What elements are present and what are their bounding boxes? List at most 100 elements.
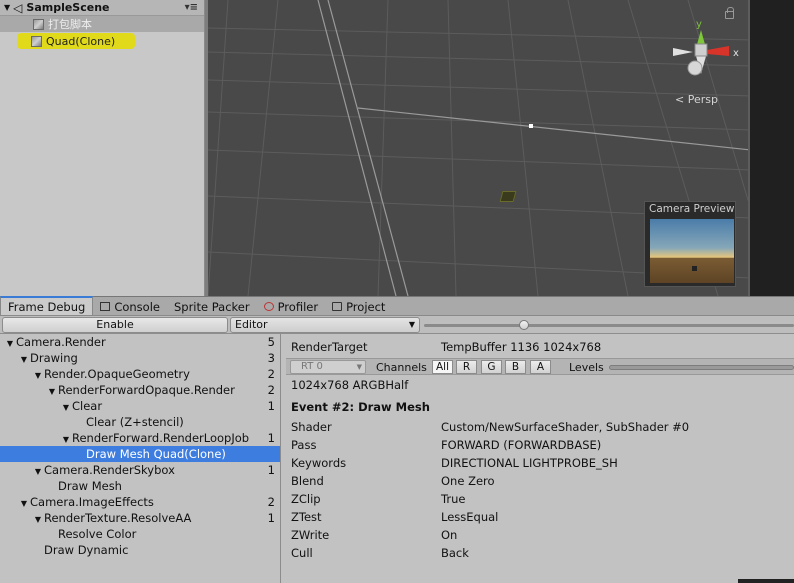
gizmo-neg-x-icon: [673, 48, 693, 56]
property-row: Cull Back: [291, 545, 469, 561]
orientation-gizmo[interactable]: y x: [663, 16, 743, 86]
property-key: ZTest: [291, 510, 322, 524]
channel-a-button[interactable]: A: [530, 360, 551, 374]
tree-row[interactable]: Resolve Color: [0, 526, 280, 542]
scene-pivot-point: [529, 124, 533, 128]
svg-text:x: x: [733, 48, 739, 59]
tree-row-label: Draw Mesh Quad(Clone): [86, 447, 226, 461]
quad-object[interactable]: [499, 191, 517, 202]
tree-row-count: 2: [267, 383, 275, 397]
property-row: Blend One Zero: [291, 473, 495, 489]
projection-label[interactable]: < Persp: [675, 93, 718, 106]
tree-row[interactable]: ▼ Camera.RenderSkybox 1: [0, 462, 280, 478]
event-slider-thumb[interactable]: [518, 320, 529, 330]
dropdown-arrow-icon: ▼: [408, 320, 415, 329]
event-slider[interactable]: [424, 320, 794, 330]
tree-row-label: Render.OpaqueGeometry: [44, 367, 190, 381]
hierarchy-item-label: 打包脚本: [48, 18, 92, 31]
channel-r-button[interactable]: R: [456, 360, 477, 374]
tree-row-label: Drawing: [30, 351, 78, 365]
event-details: RenderTarget TempBuffer 1136 1024x768 RT…: [282, 334, 794, 583]
property-value: On: [441, 528, 458, 542]
expand-arrow-icon[interactable]: ▼: [4, 3, 10, 12]
event-tree: ▼ Camera.Render 5 ▼ Drawing 3 ▼ Render.OpaqueGe…: [0, 334, 281, 583]
scene-view[interactable]: y x < Persp Camera Preview: [205, 0, 748, 296]
tree-row[interactable]: ▼ Render.OpaqueGeometry 2: [0, 366, 280, 382]
property-key: Shader: [291, 420, 332, 434]
tab-profiler[interactable]: Profiler: [257, 298, 326, 315]
hierarchy-panel: ▼ ◁ SampleScene ▾≡ 打包脚本 Quad(Clone): [0, 0, 205, 296]
tree-row[interactable]: ▼ Camera.ImageEffects 2: [0, 494, 280, 510]
property-row: ZTest LessEqual: [291, 509, 498, 525]
property-row: Shader Custom/NewSurfaceShader, SubShader…: [291, 419, 689, 435]
property-value: DIRECTIONAL LIGHTPROBE_SH: [441, 456, 618, 470]
tree-row[interactable]: ▼ RenderForwardOpaque.Render 2: [0, 382, 280, 398]
tree-row-label: Camera.RenderSkybox: [44, 463, 175, 477]
tree-row-count: 1: [267, 431, 275, 445]
tree-row-label: Clear: [72, 399, 103, 413]
tab-sprite-packer[interactable]: Sprite Packer: [167, 298, 257, 315]
profiler-icon: [263, 302, 274, 311]
hierarchy-item-label: Quad(Clone): [46, 34, 116, 48]
tree-row-label: Camera.ImageEffects: [30, 495, 154, 509]
property-row: ZClip True: [291, 491, 465, 507]
tree-row-label: RenderForwardOpaque.Render: [58, 383, 235, 397]
property-row: Pass FORWARD (FORWARDBASE): [291, 437, 601, 453]
status-strip: [738, 579, 794, 583]
levels-slider[interactable]: [609, 365, 794, 370]
tree-row[interactable]: ▼ RenderForward.RenderLoopJob 1: [0, 430, 280, 446]
enable-button[interactable]: Enable: [2, 317, 228, 333]
channel-b-button[interactable]: B: [505, 360, 526, 374]
camera-preview: Camera Preview: [644, 201, 736, 287]
property-row: Keywords DIRECTIONAL LIGHTPROBE_SH: [291, 455, 618, 471]
camera-preview-title: Camera Preview: [649, 203, 735, 215]
channel-all-button[interactable]: All: [432, 360, 453, 374]
gameobject-cube-icon: [31, 35, 42, 47]
target-select[interactable]: Editor ▼: [230, 317, 420, 333]
tree-row-count: 3: [267, 351, 275, 365]
window-tabbar: Frame Debug Console Sprite Packer Profil…: [0, 296, 794, 316]
hierarchy-item[interactable]: 打包脚本: [0, 16, 204, 32]
event-title: Event #2: Draw Mesh: [291, 400, 430, 414]
persp-arrow-icon: <: [675, 93, 685, 106]
gameobject-cube-icon: [33, 18, 44, 30]
tree-row-count: 1: [267, 399, 275, 413]
console-icon: [100, 302, 111, 311]
channel-g-button[interactable]: G: [481, 360, 502, 374]
hierarchy-menu-icon[interactable]: ▾≡: [185, 2, 198, 13]
tab-project[interactable]: Project: [325, 298, 392, 315]
levels-label: Levels: [569, 361, 604, 374]
tree-row-count: 2: [267, 367, 275, 381]
tree-row-count: 1: [267, 463, 275, 477]
tree-row-label: RenderForward.RenderLoopJob: [72, 431, 250, 445]
rt-select[interactable]: RT 0 ▼: [290, 360, 366, 374]
tree-row[interactable]: Clear (Z+stencil): [0, 414, 280, 430]
tree-row-count: 2: [267, 495, 275, 509]
scene-header[interactable]: ▼ ◁ SampleScene ▾≡: [0, 0, 204, 16]
tree-row[interactable]: ▼ Clear 1: [0, 398, 280, 414]
property-value: Custom/NewSurfaceShader, SubShader #0: [441, 420, 690, 434]
tree-row-label: Draw Mesh: [58, 479, 122, 493]
property-value: True: [441, 492, 466, 506]
tree-row[interactable]: ▼ RenderTexture.ResolveAA 1: [0, 510, 280, 526]
dropdown-arrow-icon: ▼: [356, 363, 362, 371]
property-value: LessEqual: [441, 510, 499, 524]
property-value: One Zero: [441, 474, 495, 488]
tree-row[interactable]: Draw Dynamic: [0, 542, 280, 558]
frame-debug-toolbar: Enable Editor ▼: [0, 316, 794, 334]
gizmo-x-axis-icon: [707, 46, 729, 56]
tab-frame-debug[interactable]: Frame Debug: [0, 296, 94, 315]
tree-row[interactable]: Draw Mesh: [0, 478, 280, 494]
tree-row-count: 1: [267, 511, 275, 525]
folder-icon: [332, 302, 343, 311]
tree-row-selected[interactable]: Draw Mesh Quad(Clone): [0, 446, 280, 462]
tree-row-label: Camera.Render: [16, 335, 106, 349]
tree-row[interactable]: ▼ Camera.Render 5: [0, 334, 280, 350]
property-key: ZClip: [291, 492, 321, 506]
tree-row[interactable]: ▼ Drawing 3: [0, 350, 280, 366]
tab-console[interactable]: Console: [93, 298, 167, 315]
unity-logo-icon: ◁: [13, 0, 23, 15]
property-key: Pass: [291, 438, 317, 452]
render-target-row: RenderTarget TempBuffer 1136 1024x768: [291, 340, 602, 354]
hierarchy-item-selected[interactable]: Quad(Clone): [17, 33, 135, 49]
